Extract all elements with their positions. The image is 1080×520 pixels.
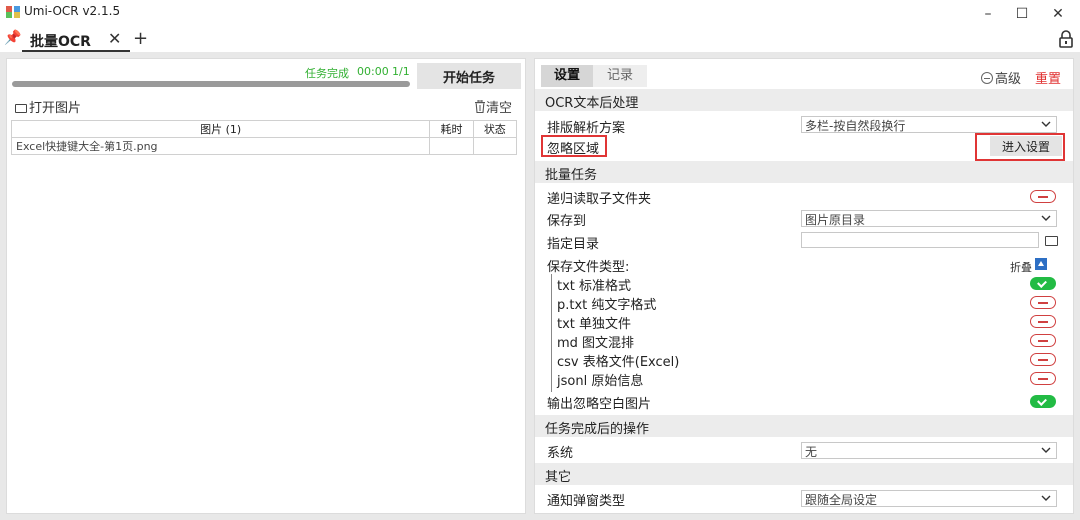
folder-icon[interactable]: [1045, 236, 1058, 246]
table-row[interactable]: Excel快捷键大全-第1页.png: [10, 137, 518, 155]
column-status[interactable]: 状态: [472, 120, 518, 138]
layout-scheme-label: 排版解析方案: [547, 121, 626, 136]
add-tab-icon[interactable]: +: [133, 28, 148, 49]
folder-icon: [15, 104, 27, 113]
row-time: [429, 137, 474, 155]
chevron-down-icon: [1041, 447, 1051, 453]
section-after-task: 任务完成后的操作: [535, 415, 1073, 437]
type-ptxt-toggle[interactable]: [1030, 296, 1056, 309]
title-bar: Umi-OCR v2.1.5 – ☐ ✕: [0, 0, 1080, 28]
section-batch-task: 批量任务: [535, 161, 1073, 183]
open-images-button[interactable]: 打开图片: [15, 97, 81, 116]
column-image[interactable]: 图片 (1): [10, 120, 431, 138]
ignore-blank-label: 输出忽略空白图片: [547, 397, 652, 412]
column-time[interactable]: 耗时: [429, 120, 474, 138]
type-txt-toggle[interactable]: [1030, 277, 1056, 290]
chevron-down-icon: [1041, 495, 1051, 501]
type-txt-label: txt 标准格式: [557, 279, 632, 294]
type-txt-separate-toggle[interactable]: [1030, 315, 1056, 328]
row-status: [472, 137, 518, 155]
pin-icon[interactable]: 📌: [4, 30, 21, 46]
settings-panel: 设置 记录 高级 重置 OCR文本后处理 排版解析方案 多栏-按自然段换行 忽略…: [534, 58, 1074, 514]
save-to-select[interactable]: 图片原目录: [801, 210, 1057, 227]
close-window-button[interactable]: ✕: [1036, 2, 1080, 26]
type-jsonl-toggle[interactable]: [1030, 372, 1056, 385]
tab-batch-ocr-label: 批量OCR: [30, 34, 91, 50]
window-title: Umi-OCR v2.1.5: [24, 4, 121, 18]
progress-fill: [12, 81, 410, 87]
clear-label: 清空: [486, 101, 513, 116]
layout-scheme-select[interactable]: 多栏-按自然段换行: [801, 116, 1057, 133]
section-other: 其它: [535, 463, 1073, 485]
section-title: OCR文本后处理: [545, 96, 639, 111]
type-csv-toggle[interactable]: [1030, 353, 1056, 366]
type-csv-label: csv 表格文件(Excel): [557, 355, 680, 370]
notify-type-select[interactable]: 跟随全局设定: [801, 490, 1057, 507]
task-elapsed-time: 00:00: [357, 65, 389, 78]
task-count: 1/1: [392, 65, 410, 78]
save-to-label: 保存到: [547, 214, 587, 229]
task-panel: 任务完成 00:00 1/1 开始任务 打开图片 清空 图片 (1) 耗时 状态…: [6, 58, 526, 514]
tree-line: [551, 274, 552, 392]
system-label: 系统: [547, 446, 574, 461]
recursive-folders-toggle[interactable]: [1030, 190, 1056, 203]
type-txt-separate-label: txt 单独文件: [557, 317, 632, 332]
save-types-label: 保存文件类型:: [547, 260, 630, 275]
highlight-enter-settings: [975, 133, 1065, 161]
chevron-down-icon: [1041, 215, 1051, 221]
system-value: 无: [805, 445, 818, 459]
task-status: 任务完成: [305, 67, 349, 80]
system-select[interactable]: 无: [801, 442, 1057, 459]
notify-type-value: 跟随全局设定: [805, 493, 878, 507]
layout-scheme-value: 多栏-按自然段换行: [805, 119, 906, 133]
notify-type-label: 通知弹窗类型: [547, 494, 626, 509]
advanced-label: 高级: [995, 72, 1022, 87]
section-title: 批量任务: [545, 168, 598, 183]
type-md-toggle[interactable]: [1030, 334, 1056, 347]
tab-bar: 📌 批量OCR ✕ +: [0, 28, 1080, 52]
app-icon: [6, 6, 20, 18]
reset-button[interactable]: 重置: [1035, 68, 1061, 87]
minus-circle-icon: [981, 72, 993, 84]
save-to-value: 图片原目录: [805, 213, 866, 227]
tab-batch-ocr[interactable]: 批量OCR ✕: [22, 28, 130, 52]
row-filename: Excel快捷键大全-第1页.png: [10, 137, 431, 155]
clear-button[interactable]: 清空: [474, 97, 512, 116]
section-title: 任务完成后的操作: [545, 422, 650, 437]
section-ocr-post-processing: OCR文本后处理: [535, 89, 1073, 111]
type-md-label: md 图文混排: [557, 336, 635, 351]
type-jsonl-label: jsonl 原始信息: [557, 374, 644, 389]
ignore-blank-toggle[interactable]: [1030, 395, 1056, 408]
target-dir-input[interactable]: [801, 232, 1039, 248]
tab-settings[interactable]: 设置: [541, 65, 593, 87]
recursive-folders-label: 递归读取子文件夹: [547, 192, 652, 207]
open-images-label: 打开图片: [29, 101, 82, 116]
type-ptxt-label: p.txt 纯文字格式: [557, 298, 657, 313]
tab-log[interactable]: 记录: [593, 65, 647, 87]
image-table: 图片 (1) 耗时 状态 Excel快捷键大全-第1页.png: [10, 120, 518, 155]
start-task-button[interactable]: 开始任务: [417, 63, 521, 89]
tab-close-icon[interactable]: ✕: [108, 29, 121, 48]
highlight-ignore-region: [541, 135, 607, 157]
target-dir-label: 指定目录: [547, 237, 600, 252]
trash-icon: [475, 99, 485, 114]
section-title: 其它: [545, 470, 572, 485]
collapse-icon[interactable]: [1035, 258, 1047, 270]
chevron-down-icon: [1041, 121, 1051, 127]
advanced-toggle[interactable]: 高级: [981, 68, 1021, 87]
fold-label[interactable]: 折叠: [1010, 259, 1032, 275]
progress-bar: [12, 81, 410, 87]
lock-icon[interactable]: [1058, 30, 1074, 48]
